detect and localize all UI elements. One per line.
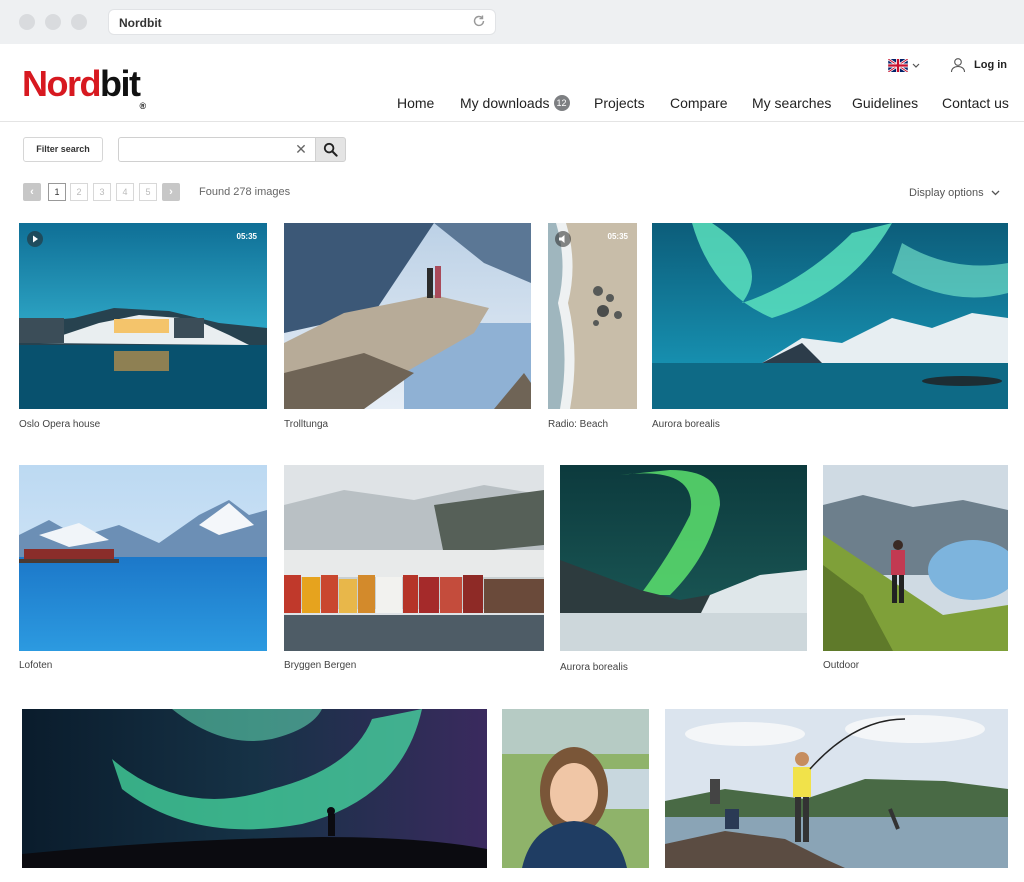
- gallery-caption: Trolltunga: [284, 419, 329, 430]
- gallery-caption: Outdoor: [823, 660, 860, 671]
- radio-beach-image: [548, 223, 637, 409]
- gallery-caption: Bryggen Bergen: [284, 660, 357, 671]
- page-1-button[interactable]: 1: [48, 183, 66, 201]
- nav-my-searches[interactable]: My searches: [752, 95, 831, 111]
- portrait-image: [502, 709, 649, 868]
- aurora-silhouette-image: [22, 709, 487, 868]
- reload-icon[interactable]: [471, 13, 487, 29]
- search-input[interactable]: [118, 137, 316, 162]
- bryggen-bergen-image: [284, 465, 544, 651]
- downloads-count-badge: 12: [553, 95, 570, 112]
- nav-contact-us[interactable]: Contact us: [942, 95, 1009, 111]
- gallery-caption: Radio: Beach: [548, 419, 609, 430]
- login-label: Log in: [974, 59, 1007, 71]
- search-button[interactable]: [315, 137, 346, 162]
- chevron-down-icon: [912, 63, 920, 68]
- gallery-item-aurora-borealis-2[interactable]: [560, 465, 807, 651]
- next-page-button[interactable]: ›: [162, 183, 180, 201]
- filter-search-button[interactable]: Filter search: [23, 137, 103, 162]
- header-divider: [0, 121, 1024, 122]
- gallery-item-portrait[interactable]: [502, 709, 649, 868]
- address-text: Nordbit: [119, 16, 162, 30]
- window-close-dot[interactable]: [19, 14, 35, 30]
- window-zoom-dot[interactable]: [71, 14, 87, 30]
- oslo-opera-image: [19, 223, 267, 409]
- uk-flag-icon: [888, 59, 908, 72]
- aurora-borealis-2-image: [560, 465, 807, 651]
- audio-duration: 05:35: [607, 232, 628, 241]
- aurora-borealis-image: [652, 223, 1008, 409]
- nav-my-downloads-label: My downloads: [460, 95, 550, 111]
- gallery-item-trolltunga[interactable]: [284, 223, 531, 409]
- trolltunga-image: [284, 223, 531, 409]
- results-count: Found 278 images: [199, 186, 291, 198]
- window-minimize-dot[interactable]: [45, 14, 61, 30]
- page-3-button[interactable]: 3: [93, 183, 111, 201]
- gallery-item-lofoten[interactable]: [19, 465, 267, 651]
- video-duration: 05:35: [236, 232, 257, 241]
- gallery-item-fishing[interactable]: [665, 709, 1008, 868]
- lofoten-image: [19, 465, 267, 651]
- gallery-caption: Oslo Opera house: [19, 419, 101, 430]
- address-bar[interactable]: Nordbit: [108, 9, 496, 35]
- nav-compare[interactable]: Compare: [670, 95, 728, 111]
- nav-my-downloads[interactable]: My downloads 12: [460, 95, 570, 112]
- audio-icon[interactable]: [555, 231, 571, 247]
- chevron-down-icon: [991, 190, 1000, 196]
- nav-home[interactable]: Home: [397, 95, 434, 111]
- gallery-caption: Aurora borealis: [652, 419, 720, 430]
- gallery-item-oslo-opera[interactable]: 05:35: [19, 223, 267, 409]
- nav-guidelines[interactable]: Guidelines: [852, 95, 918, 111]
- gallery-item-aurora-borealis[interactable]: [652, 223, 1008, 409]
- user-icon: [950, 58, 966, 73]
- display-options-dropdown[interactable]: Display options: [909, 187, 1000, 199]
- gallery-item-outdoor[interactable]: [823, 465, 1008, 651]
- page-5-button[interactable]: 5: [139, 183, 157, 201]
- nav-projects[interactable]: Projects: [594, 95, 645, 111]
- fishing-image: [665, 709, 1008, 868]
- play-icon[interactable]: [27, 231, 43, 247]
- page-2-button[interactable]: 2: [70, 183, 88, 201]
- main-nav: Home My downloads 12 Projects Compare My …: [0, 95, 1024, 113]
- gallery-caption: Lofoten: [19, 660, 53, 671]
- gallery-caption: Aurora borealis: [560, 662, 628, 673]
- gallery-item-radio-beach[interactable]: 05:35: [548, 223, 637, 409]
- prev-page-button[interactable]: ‹: [23, 183, 41, 201]
- page-4-button[interactable]: 4: [116, 183, 134, 201]
- display-options-label: Display options: [909, 187, 984, 199]
- outdoor-image: [823, 465, 1008, 651]
- gallery-item-aurora-silhouette[interactable]: [22, 709, 487, 868]
- search-icon: [323, 142, 338, 157]
- gallery-item-bryggen-bergen[interactable]: [284, 465, 544, 651]
- login-link[interactable]: Log in: [950, 57, 1007, 73]
- browser-chrome: Nordbit: [0, 0, 1024, 44]
- clear-search-icon[interactable]: ✕: [294, 140, 308, 158]
- language-selector[interactable]: [888, 59, 920, 72]
